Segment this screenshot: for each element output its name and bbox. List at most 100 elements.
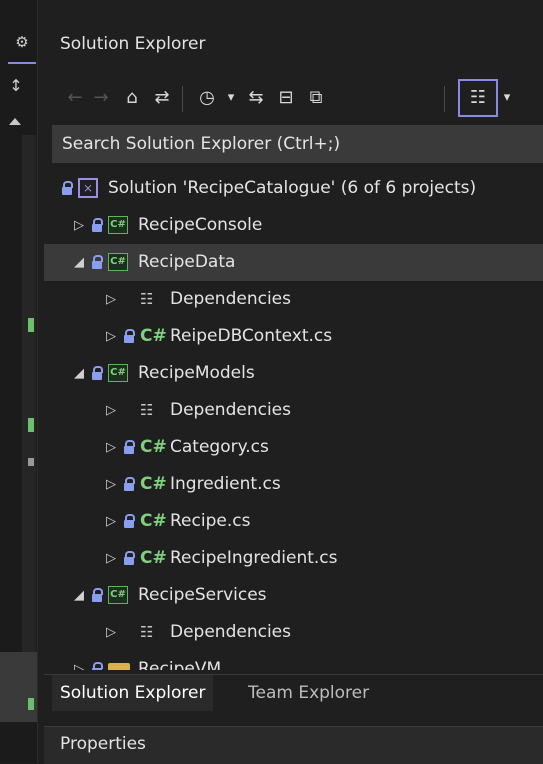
collapsed-arrow-icon[interactable]: ▷ xyxy=(104,318,118,355)
tree-item-deps[interactable]: ▷ ☷ Dependencies xyxy=(44,392,543,429)
csharp-project-icon: C# xyxy=(108,364,128,382)
lock-icon xyxy=(122,429,136,466)
tree-item-project[interactable]: ◢ C# RecipeData xyxy=(44,244,543,281)
toolbar-separator xyxy=(444,86,445,112)
back-icon[interactable]: ← xyxy=(64,78,86,118)
change-marker xyxy=(28,418,34,432)
properties-panel-header[interactable]: Properties xyxy=(44,726,543,764)
tree-item-label: Category.cs xyxy=(170,437,269,457)
tree-item-label: Recipe.cs xyxy=(170,511,251,531)
tree-item-deps[interactable]: ▷ ☷ Dependencies xyxy=(44,614,543,651)
lock-icon xyxy=(60,170,74,207)
lock-icon xyxy=(122,503,136,540)
change-marker xyxy=(28,318,34,332)
tab-solution-explorer[interactable]: Solution Explorer xyxy=(52,675,214,713)
change-marker xyxy=(28,698,34,710)
sync-with-active-document-icon[interactable]: ⇆ xyxy=(244,78,268,118)
properties-view-icon[interactable]: ☷ xyxy=(458,79,498,117)
csharp-project-icon: C# xyxy=(108,253,128,271)
csharp-project-icon: C# xyxy=(108,586,128,604)
active-tab-indicator xyxy=(8,62,36,64)
dropdown-arrow-icon[interactable]: ▾ xyxy=(500,78,514,118)
lock-icon xyxy=(90,207,104,244)
bottom-tab-strip: Solution Explorer Team Explorer xyxy=(44,674,543,713)
tree-item-project[interactable]: ◢ C# RecipeModels xyxy=(44,355,543,392)
properties-title: Properties xyxy=(60,734,146,754)
solution-tree: ⨯ Solution 'RecipeCatalogue' (6 of 6 proj… xyxy=(44,170,543,670)
collapsed-arrow-icon[interactable]: ▷ xyxy=(104,429,118,466)
pending-changes-filter-icon[interactable]: ◷ xyxy=(194,78,220,118)
collapsed-arrow-icon[interactable]: ▷ xyxy=(104,503,118,540)
panel-title: Solution Explorer xyxy=(60,34,206,54)
collapsed-arrow-icon[interactable]: ▷ xyxy=(72,207,86,244)
expanded-arrow-icon[interactable]: ◢ xyxy=(72,577,86,614)
tree-item-label: Ingredient.cs xyxy=(170,474,281,494)
dropdown-arrow-icon[interactable]: ▾ xyxy=(224,78,238,118)
lock-icon xyxy=(122,540,136,577)
left-gutter: ⚙ ↕ xyxy=(0,0,38,763)
collapsed-arrow-icon[interactable]: ▷ xyxy=(104,614,118,651)
expanded-arrow-icon[interactable]: ◢ xyxy=(72,244,86,281)
home-icon[interactable]: ⌂ xyxy=(120,78,144,118)
tree-item-label: RecipeConsole xyxy=(138,215,263,235)
tree-item-label: RecipeModels xyxy=(138,363,255,383)
show-all-files-icon[interactable]: ⧉ xyxy=(304,78,328,118)
switch-views-icon[interactable]: ⇄ xyxy=(150,78,174,118)
lock-icon xyxy=(90,244,104,281)
tree-item-label: RecipeData xyxy=(138,252,236,272)
tree-item-label: Solution 'RecipeCatalogue' (6 of 6 proje… xyxy=(108,178,477,198)
csharp-file-icon: C# xyxy=(140,437,167,457)
expanded-arrow-icon[interactable]: ◢ xyxy=(72,355,86,392)
collapsed-arrow-icon[interactable]: ▷ xyxy=(104,392,118,429)
change-marker xyxy=(28,458,34,466)
lock-icon xyxy=(122,466,136,503)
csharp-file-icon: C# xyxy=(140,548,167,568)
gutter-bottom-strip xyxy=(0,652,38,722)
tree-item-cs[interactable]: ▷ C# RecipeIngredient.cs xyxy=(44,540,543,577)
tree-item-label: ReipeDBContext.cs xyxy=(170,326,333,346)
collapsed-arrow-icon[interactable]: ▷ xyxy=(104,466,118,503)
tree-item-cs[interactable]: ▷ C# Category.cs xyxy=(44,429,543,466)
csharp-project-icon: C# xyxy=(108,216,128,234)
tree-item-label: RecipeServices xyxy=(138,585,267,605)
tree-item-cs[interactable]: ▷ C# Ingredient.cs xyxy=(44,466,543,503)
lock-icon xyxy=(90,651,104,670)
dependencies-icon: ☷ xyxy=(140,623,154,641)
tree-item-label: Dependencies xyxy=(170,400,291,420)
tree-item-deps[interactable]: ▷ ☷ Dependencies xyxy=(44,281,543,318)
forward-icon[interactable]: → xyxy=(90,78,112,118)
tree-item-project[interactable]: ▷ C# RecipeConsole xyxy=(44,207,543,244)
tree-item-folder[interactable]: ▷ RecipeVM xyxy=(44,651,543,670)
search-input[interactable] xyxy=(52,125,543,163)
solution-icon: ⨯ xyxy=(78,178,98,198)
csharp-file-icon: C# xyxy=(140,474,167,494)
tab-team-explorer[interactable]: Team Explorer xyxy=(240,675,377,711)
tree-item-label: RecipeVM xyxy=(138,659,222,670)
tree-item-solution[interactable]: ⨯ Solution 'RecipeCatalogue' (6 of 6 proj… xyxy=(44,170,543,207)
collapsed-arrow-icon[interactable]: ▷ xyxy=(104,281,118,318)
dependencies-icon: ☷ xyxy=(140,401,154,419)
tree-item-label: Dependencies xyxy=(170,289,291,309)
collapse-all-icon[interactable]: ⊟ xyxy=(274,78,298,118)
scrollbar-track[interactable] xyxy=(22,135,36,695)
tree-item-cs[interactable]: ▷ C# Recipe.cs xyxy=(44,503,543,540)
collapsed-arrow-icon[interactable]: ▷ xyxy=(72,651,86,670)
csharp-file-icon: C# xyxy=(140,511,167,531)
tree-item-label: RecipeIngredient.cs xyxy=(170,548,338,568)
solution-explorer-toolbar: ← → ⌂ ⇄ ◷ ▾ ⇆ ⊟ ⧉ ☷ ▾ xyxy=(44,78,543,118)
lock-icon xyxy=(90,577,104,614)
gear-icon[interactable]: ⚙ xyxy=(14,34,30,50)
solution-explorer-panel: Solution Explorer ←→⌂⇄◷▾⇆⊟⧉☷▾ ⨯Solution … xyxy=(44,20,543,764)
lock-icon xyxy=(90,355,104,392)
gutter-divider xyxy=(37,0,38,763)
folder-icon xyxy=(108,663,130,670)
tree-item-label: Dependencies xyxy=(170,622,291,642)
scroll-up-arrow-icon[interactable] xyxy=(9,118,21,125)
dependencies-icon: ☷ xyxy=(140,290,154,308)
toolbar-separator xyxy=(182,86,183,112)
splitter-icon[interactable]: ↕ xyxy=(8,74,24,98)
collapsed-arrow-icon[interactable]: ▷ xyxy=(104,540,118,577)
lock-icon xyxy=(122,318,136,355)
tree-item-cs[interactable]: ▷ C# ReipeDBContext.cs xyxy=(44,318,543,355)
tree-item-project[interactable]: ◢ C# RecipeServices xyxy=(44,577,543,614)
